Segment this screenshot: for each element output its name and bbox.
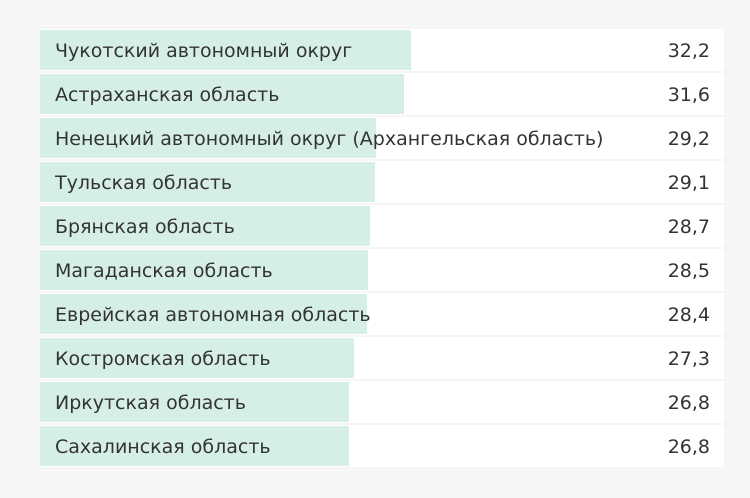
category-label: Магаданская область [55, 260, 273, 282]
chart-row: Брянская область 28,7 [40, 205, 724, 249]
chart-row: Ненецкий автономный округ (Архангельская… [40, 117, 724, 161]
value-label: 29,1 [667, 172, 710, 194]
bar-table-chart: Чукотский автономный округ 32,2 Астраханск… [40, 29, 724, 469]
chart-row: Сахалинская область 26,8 [40, 425, 724, 469]
category-label: Костромская область [55, 348, 271, 370]
value-label: 26,8 [667, 392, 710, 414]
chart-row: Еврейская автономная область 28,4 [40, 293, 724, 337]
value-label: 31,6 [667, 84, 710, 106]
row-divider [40, 467, 724, 469]
category-label: Ненецкий автономный округ (Архангельская… [55, 128, 604, 150]
chart-row: Чукотский автономный округ 32,2 [40, 29, 724, 73]
category-label: Чукотский автономный округ [55, 40, 353, 62]
category-label: Брянская область [55, 216, 235, 238]
value-label: 28,4 [667, 304, 710, 326]
chart-row: Иркутская область 26,8 [40, 381, 724, 425]
value-label: 26,8 [667, 436, 710, 458]
chart-row: Астраханская область 31,6 [40, 73, 724, 117]
chart-row: Тульская область 29,1 [40, 161, 724, 205]
value-label: 28,7 [667, 216, 710, 238]
value-label: 28,5 [667, 260, 710, 282]
value-label: 27,3 [667, 348, 710, 370]
category-label: Иркутская область [55, 392, 246, 414]
category-label: Сахалинская область [55, 436, 271, 458]
value-label: 32,2 [667, 40, 710, 62]
category-label: Еврейская автономная область [55, 304, 371, 326]
chart-row: Костромская область 27,3 [40, 337, 724, 381]
category-label: Астраханская область [55, 84, 280, 106]
chart-row: Магаданская область 28,5 [40, 249, 724, 293]
value-label: 29,2 [667, 128, 710, 150]
category-label: Тульская область [55, 172, 233, 194]
